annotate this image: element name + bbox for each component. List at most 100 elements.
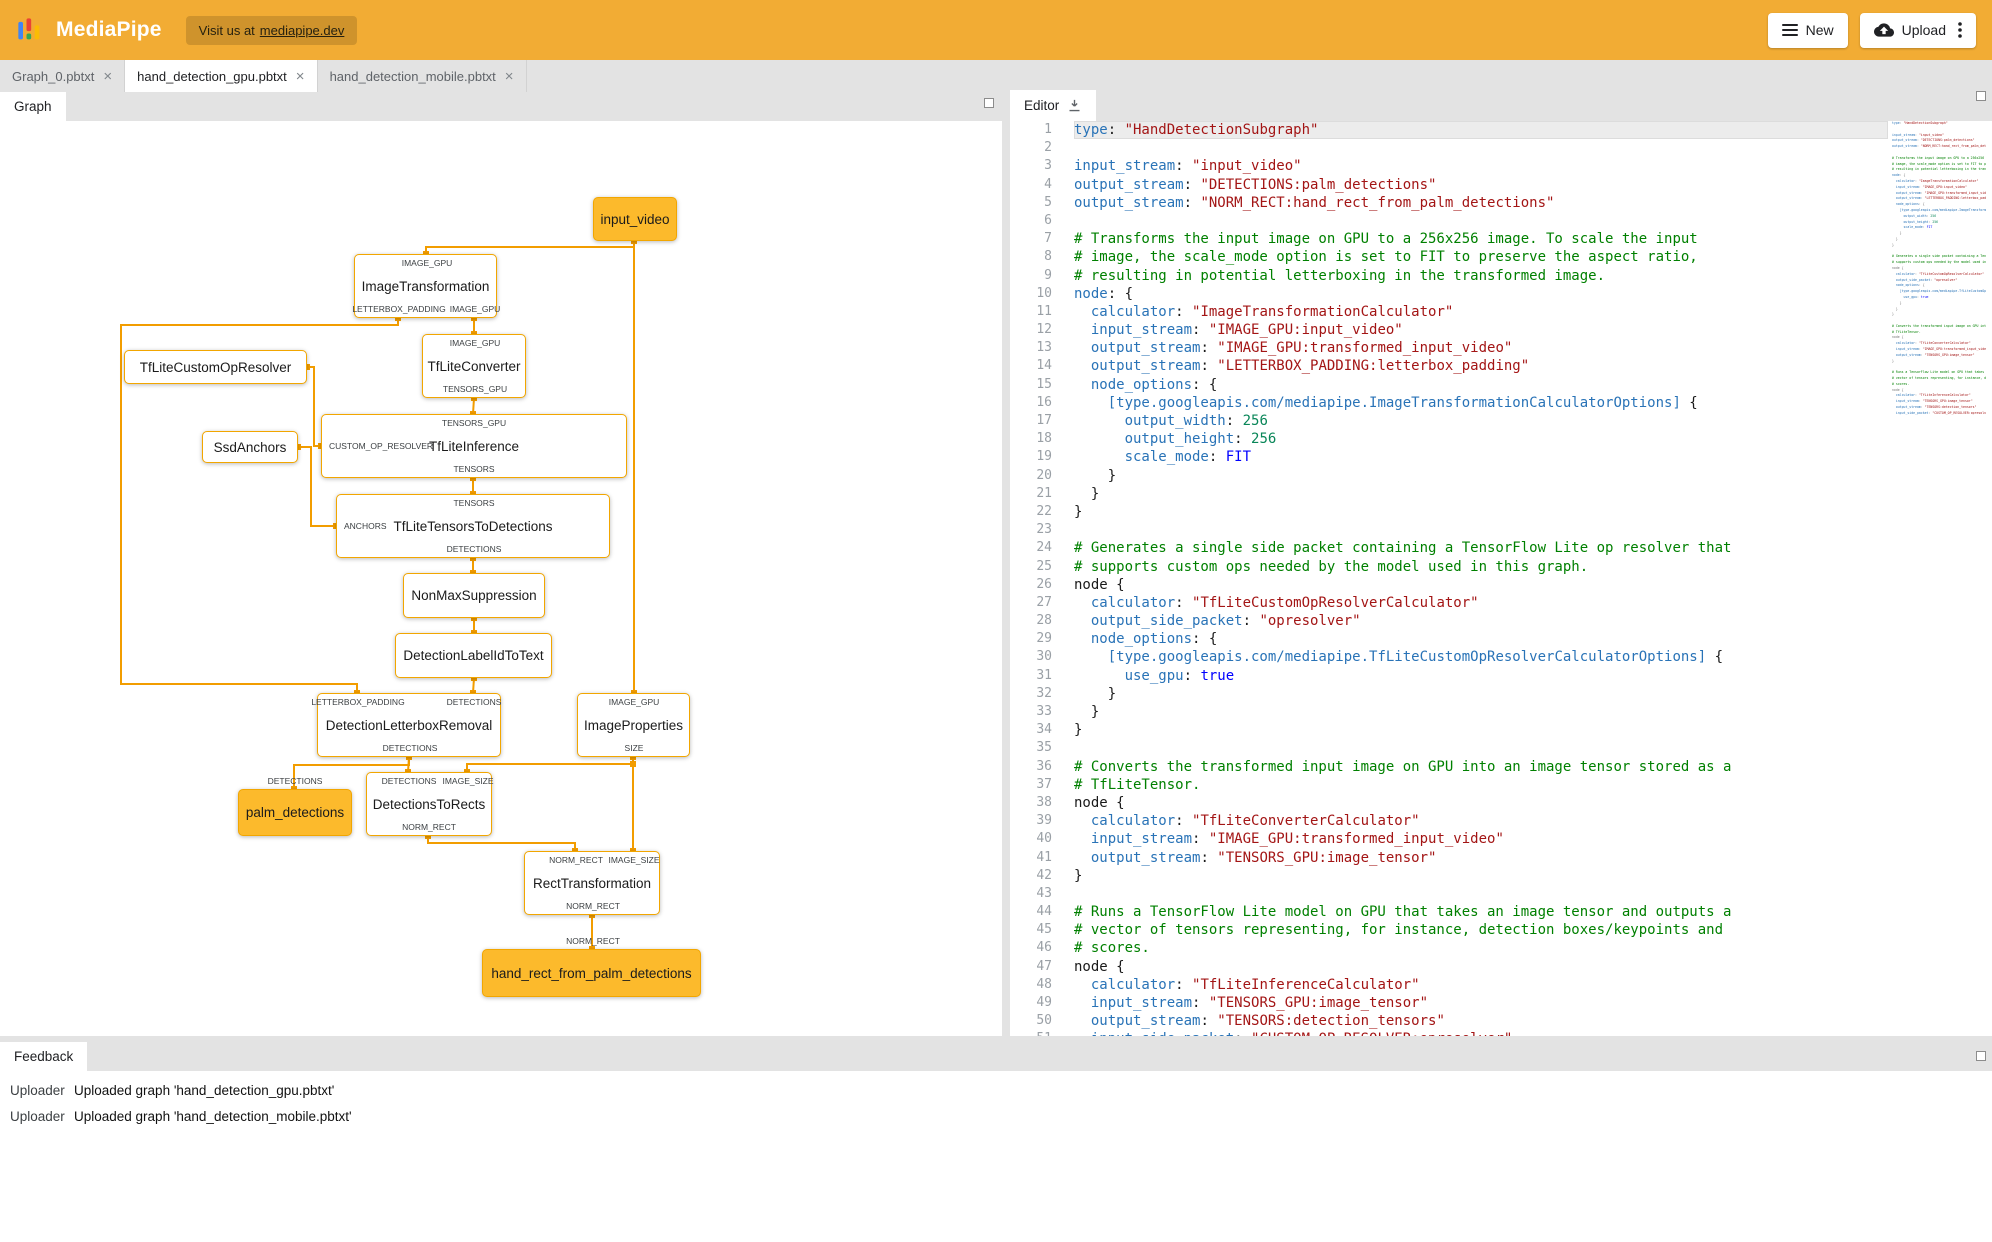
graph-node-tflite_custom_op_resolver[interactable]: TfLiteCustomOpResolver <box>124 350 307 384</box>
line-number: 20 <box>1036 467 1052 483</box>
code-line[interactable]: 42} <box>1010 867 1888 885</box>
line-text: calculator: "TfLiteInferenceCalculator" <box>1090 976 1420 993</box>
file-tab[interactable]: hand_detection_gpu.pbtxt × <box>125 60 318 92</box>
file-tab[interactable]: Graph_0.pbtxt × <box>0 60 126 92</box>
code-line[interactable]: 33 } <box>1010 703 1888 721</box>
code-line[interactable]: 48 calculator: "TfLiteInferenceCalculato… <box>1010 976 1888 994</box>
graph-node-ssd_anchors[interactable]: SsdAnchors <box>202 431 298 463</box>
code-line[interactable]: 37 # TfLiteTensor. <box>1010 776 1888 794</box>
line-number: 9 <box>1044 267 1052 283</box>
graph-node-detections_to_rects[interactable]: DETECTIONS IMAGE_SIZE NORM_RECT DetectionsT… <box>366 772 494 836</box>
code-line[interactable]: 13 output_stream: "IMAGE_GPU:transformed… <box>1010 339 1888 357</box>
file-tab[interactable]: hand_detection_mobile.pbtxt × <box>318 60 527 92</box>
code-line[interactable]: 30 [type.googleapis.com/mediapipe.TfLite… <box>1010 648 1888 666</box>
graph-node-detection_letterbox_removal[interactable]: LETTERBOX_PADDING DETECTIONS DETECTIONS Det… <box>311 693 501 757</box>
graph-node-non_max_suppression[interactable]: NonMaxSuppression <box>403 573 545 618</box>
port-label: NORM_RECT <box>549 855 603 865</box>
code-line[interactable]: 7 # Transforms the input image on GPU to … <box>1010 230 1888 248</box>
code-line[interactable]: 47 node { <box>1010 958 1888 976</box>
close-icon[interactable]: × <box>505 69 514 84</box>
code-line[interactable]: 46 # scores. <box>1010 939 1888 957</box>
code-line[interactable]: 49 input_stream: "TENSORS_GPU:image_tens… <box>1010 994 1888 1012</box>
code-line[interactable]: 20 } <box>1010 467 1888 485</box>
code-line[interactable]: 12 input_stream: "IMAGE_GPU:input_video" <box>1010 321 1888 339</box>
editor-minimap[interactable]: type: "HandDetectionSubgraph" input_stre… <box>1892 121 1986 1036</box>
code-line[interactable]: 3 input_stream: "input_video" <box>1010 157 1888 175</box>
code-line[interactable]: 29 node_options: { <box>1010 630 1888 648</box>
graph-node-hand_rect_from_palm_detections[interactable]: NORM_RECT hand_rect_from_palm_detections <box>482 936 701 997</box>
code-line[interactable]: 22} <box>1010 503 1888 521</box>
node-title: input_video <box>600 211 670 227</box>
code-line[interactable]: 5 output_stream: "NORM_RECT:hand_rect_fro… <box>1010 194 1888 212</box>
tab-graph[interactable]: Graph <box>0 92 66 121</box>
code-line[interactable]: 31 use_gpu: true <box>1010 667 1888 685</box>
code-line[interactable]: 34} <box>1010 721 1888 739</box>
expand-feedback-icon[interactable] <box>1976 1051 1986 1061</box>
graph-node-tflite_inference[interactable]: TENSORS_GPU TENSORS CUSTOM_OP_RESOLVER TfLi… <box>321 414 627 478</box>
code-line[interactable]: 8 # image, the scale_mode option is set t… <box>1010 248 1888 266</box>
code-line[interactable]: 10 node: { <box>1010 285 1888 303</box>
code-line[interactable]: 36 # Converts the transformed input image… <box>1010 758 1888 776</box>
code-line[interactable]: 21 } <box>1010 485 1888 503</box>
code-line[interactable]: 50 output_stream: "TENSORS:detection_ten… <box>1010 1012 1888 1030</box>
code-line[interactable]: 38 node { <box>1010 794 1888 812</box>
visit-text: Visit us at <box>198 22 255 38</box>
code-line[interactable]: 16 [type.googleapis.com/mediapipe.ImageT… <box>1010 394 1888 412</box>
upload-button-label: Upload <box>1901 22 1946 38</box>
expand-graph-icon[interactable] <box>984 98 994 108</box>
code-line[interactable]: 4 output_stream: "DETECTIONS:palm_detecti… <box>1010 176 1888 194</box>
code-line[interactable]: 17 output_width: 256 <box>1010 412 1888 430</box>
close-icon[interactable]: × <box>296 69 305 84</box>
graph-node-palm_detections[interactable]: DETECTIONS palm_detections <box>238 776 352 836</box>
code-line[interactable]: 43 <box>1010 885 1888 903</box>
line-number: 7 <box>1044 231 1052 247</box>
kebab-menu-icon[interactable] <box>1958 22 1962 38</box>
download-icon[interactable] <box>1067 98 1082 113</box>
code-line[interactable]: 35 <box>1010 739 1888 757</box>
graph-node-detection_label_id_to_text[interactable]: DetectionLabelIdToText <box>395 633 552 678</box>
code-editor[interactable]: 1 type: "HandDetectionSubgraph" 2 3 input_s… <box>1010 121 1992 1036</box>
code-line[interactable]: 18 output_height: 256 <box>1010 430 1888 448</box>
code-line[interactable]: 28 output_side_packet: "opresolver" <box>1010 612 1888 630</box>
visit-link[interactable]: mediapipe.dev <box>260 23 345 38</box>
graph-node-tflite_converter[interactable]: IMAGE_GPU TENSORS_GPU TfLiteConverter <box>422 334 526 398</box>
code-line[interactable]: 19 scale_mode: FIT <box>1010 448 1888 466</box>
line-number: 16 <box>1036 394 1052 410</box>
code-line[interactable]: 39 calculator: "TfLiteConverterCalculato… <box>1010 812 1888 830</box>
code-line[interactable]: 23 <box>1010 521 1888 539</box>
code-line[interactable]: 24 # Generates a single side packet conta… <box>1010 539 1888 557</box>
tab-feedback[interactable]: Feedback <box>0 1042 88 1071</box>
close-icon[interactable]: × <box>103 69 112 84</box>
code-line[interactable]: 1 type: "HandDetectionSubgraph" <box>1010 121 1888 140</box>
code-line[interactable]: 41 output_stream: "TENSORS_GPU:image_ten… <box>1010 849 1888 867</box>
panel-divider[interactable] <box>1002 121 1010 1036</box>
graph-node-input_video[interactable]: input_video <box>593 197 677 241</box>
code-line[interactable]: 9 # resulting in potential letterboxing i… <box>1010 267 1888 285</box>
code-line[interactable]: 40 input_stream: "IMAGE_GPU:transformed_… <box>1010 830 1888 848</box>
code-line[interactable]: 6 <box>1010 212 1888 230</box>
code-line[interactable]: 26 node { <box>1010 576 1888 594</box>
port-label: IMAGE_SIZE <box>442 776 494 786</box>
new-button[interactable]: New <box>1767 12 1848 48</box>
code-line[interactable]: 32 } <box>1010 685 1888 703</box>
graph-node-tflite_tensors_to_detections[interactable]: TENSORS DETECTIONS ANCHORS TfLiteTensorsToD… <box>336 494 610 558</box>
code-line[interactable]: 45 # vector of tensors representing, for … <box>1010 921 1888 939</box>
code-line[interactable]: 14 output_stream: "LETTERBOX_PADDING:let… <box>1010 357 1888 375</box>
graph-node-rect_transformation[interactable]: NORM_RECT IMAGE_SIZE NORM_RECT RectTransfor… <box>524 851 660 915</box>
line-number: 10 <box>1036 285 1052 301</box>
graph-canvas[interactable]: input_video IMAGE_GPU LETTERBOX_PADDING IMA… <box>0 121 1002 1036</box>
line-text: output_width: 256 <box>1124 413 1268 429</box>
code-line[interactable]: 44 # Runs a TensorFlow Lite model on GPU … <box>1010 903 1888 921</box>
tab-editor[interactable]: Editor <box>1010 90 1097 121</box>
code-line[interactable]: 27 calculator: "TfLiteCustomOpResolverCa… <box>1010 594 1888 612</box>
line-number: 1 <box>1044 122 1052 137</box>
code-line[interactable]: 15 node_options: { <box>1010 376 1888 394</box>
expand-editor-icon[interactable] <box>1976 91 1986 101</box>
code-line[interactable]: 11 calculator: "ImageTransformationCalcu… <box>1010 303 1888 321</box>
graph-node-image_transformation[interactable]: IMAGE_GPU LETTERBOX_PADDING IMAGE_GPU Image… <box>352 254 500 318</box>
graph-node-image_properties[interactable]: IMAGE_GPU SIZE ImageProperties <box>577 693 690 757</box>
code-line[interactable]: 2 <box>1010 139 1888 157</box>
line-number: 13 <box>1036 340 1052 356</box>
upload-button[interactable]: Upload <box>1859 12 1976 48</box>
code-line[interactable]: 25 # supports custom ops needed by the mo… <box>1010 558 1888 576</box>
